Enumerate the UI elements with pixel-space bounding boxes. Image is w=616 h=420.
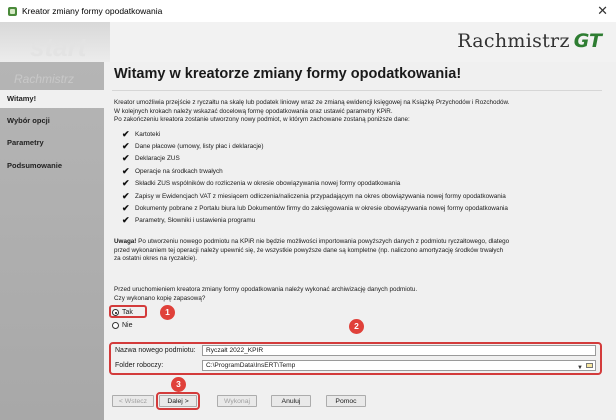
page-title: Witamy w kreatorze zmiany formy opodatko… — [114, 66, 462, 82]
step-parameters[interactable]: Parametry — [0, 134, 104, 152]
list-item: ✔ Parametry, Słowniki i ustawienia progra… — [122, 215, 508, 227]
wizard-page: Witamy w kreatorze zmiany formy opodatko… — [104, 62, 608, 420]
backup-line: Czy wykonano kopię zapasową? — [114, 294, 206, 302]
work-folder-value: C:\ProgramData\InsERT\Temp — [206, 362, 296, 369]
divider — [112, 90, 602, 91]
list-item-label: Dane płacowe (umowy, listy płac i deklar… — [135, 143, 264, 151]
back-button[interactable]: < Wstecz — [112, 395, 154, 407]
warning-line-1: Uwaga! Po utworzeniu nowego podmiotu na … — [114, 238, 594, 247]
step-options[interactable]: Wybór opcji — [0, 112, 104, 130]
list-item-label: Dokumenty pobrane z Portalu biura lub Do… — [135, 205, 508, 213]
list-item-label: Deklaracje ZUS — [135, 155, 180, 163]
banner-watermark: start — [30, 32, 87, 62]
close-icon[interactable]: ✕ — [597, 3, 608, 19]
window-title: Kreator zmiany formy opodatkowania — [22, 6, 163, 16]
list-item: ✔ Zapisy w Ewidencjach VAT z miesiącem od… — [122, 190, 508, 202]
step-summary[interactable]: Podsumowanie — [0, 157, 104, 175]
company-name-input[interactable]: Ryczałt 2022_KPIR — [202, 345, 596, 356]
run-button[interactable]: Wykonaj — [217, 395, 257, 407]
work-folder-select[interactable]: C:\ProgramData\InsERT\Temp ▼ — [202, 360, 596, 371]
list-item-label: Składki ZUS wspólników do rozliczenia w … — [135, 180, 401, 188]
list-item-label: Operacje na środkach trwałych — [135, 167, 223, 175]
list-item: ✔ Deklaracje ZUS — [122, 153, 508, 165]
checkmark-icon: ✔ — [122, 153, 130, 164]
app-icon — [8, 6, 17, 16]
help-button[interactable]: Pomoc — [326, 395, 366, 407]
checkmark-icon: ✔ — [122, 165, 130, 176]
title-bar: Kreator zmiany formy opodatkowania ✕ — [0, 0, 616, 23]
step-badge-3: 3 — [171, 377, 186, 392]
warning-line: Po utworzeniu nowego podmiotu na KPiR ni… — [136, 238, 510, 245]
list-item: ✔ Składki ZUS wspólników do rozliczenia w… — [122, 178, 508, 190]
preserved-data-list: ✔ Kartoteki ✔ Dane płacowe (umowy, listy p… — [122, 128, 508, 227]
backup-question: Przed uruchomieniem kreatora zmiany form… — [114, 286, 594, 303]
intro-text: Kreator umożliwia przejście z ryczałtu n… — [114, 99, 594, 125]
checkmark-icon: ✔ — [122, 141, 130, 152]
checkmark-icon: ✔ — [122, 178, 130, 189]
checkmark-icon: ✔ — [122, 203, 130, 214]
backup-line: Przed uruchomieniem kreatora zmiany form… — [114, 286, 418, 293]
list-item: ✔ Dokumenty pobrane z Portalu biura lub D… — [122, 202, 508, 214]
header-banner: start Rachmistrz GT — [0, 22, 616, 62]
radio-unchecked-icon[interactable] — [112, 322, 119, 329]
app-logo: Rachmistrz GT — [457, 30, 602, 52]
intro-line: W kolejnych krokach należy wskazać docel… — [114, 107, 393, 115]
folder-label: Folder roboczy: — [115, 362, 164, 369]
warning-label: Uwaga! — [114, 238, 137, 245]
banner-graphic: start — [0, 22, 110, 62]
sidebar-watermark: Rachmistrz — [14, 72, 75, 86]
checkmark-icon: ✔ — [122, 128, 130, 139]
logo-gt: GT — [573, 30, 602, 52]
warning-line: przed wykonaniem tej operacji należy upe… — [114, 246, 504, 254]
list-item-label: Parametry, Słowniki i ustawienia program… — [135, 217, 256, 225]
list-item: ✔ Dane płacowe (umowy, listy płac i dekla… — [122, 140, 508, 152]
radio-no[interactable]: Nie — [112, 320, 133, 331]
next-button[interactable]: Dalej > — [159, 395, 197, 407]
checkmark-icon: ✔ — [122, 215, 130, 226]
radio-no-label: Nie — [122, 322, 133, 329]
highlight-box-1 — [109, 305, 147, 318]
list-item-label: Zapisy w Ewidencjach VAT z miesiącem odl… — [135, 192, 506, 200]
checkmark-icon: ✔ — [122, 190, 130, 201]
cancel-button[interactable]: Anuluj — [271, 395, 311, 407]
folder-icon[interactable] — [586, 363, 593, 368]
chevron-down-icon[interactable]: ▼ — [577, 363, 583, 373]
list-item: ✔ Operacje na środkach trwałych — [122, 165, 508, 177]
list-item-label: Kartoteki — [135, 130, 161, 138]
step-badge-1: 1 — [160, 305, 175, 320]
warning-line: za ostatni okres na ryczałcie). — [114, 255, 197, 262]
name-label: Nazwa nowego podmiotu: — [115, 347, 196, 354]
intro-line: Po zakończeniu kreatora zostanie utworzo… — [114, 116, 410, 123]
step-badge-2: 2 — [349, 319, 364, 334]
wizard-steps-sidebar: Rachmistrz Witamy! Wybór opcji Parametry… — [0, 62, 104, 420]
warning-text: Uwaga! Po utworzeniu nowego podmiotu na … — [114, 238, 594, 264]
intro-line: Kreator umożliwia przejście z ryczałtu n… — [114, 99, 510, 106]
logo-text: Rachmistrz — [457, 30, 570, 52]
step-welcome[interactable]: Witamy! — [0, 90, 104, 108]
list-item: ✔ Kartoteki — [122, 128, 508, 140]
